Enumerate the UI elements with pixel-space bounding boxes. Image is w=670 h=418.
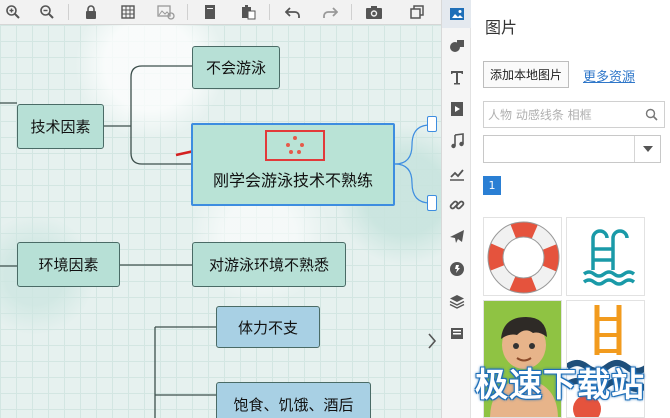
redo-icon[interactable]	[320, 2, 340, 22]
shape-icon[interactable]	[447, 36, 467, 56]
node-collapse-handle[interactable]	[427, 116, 437, 132]
more-resources-link[interactable]: 更多资源	[583, 66, 635, 85]
search-icon[interactable]	[644, 107, 660, 123]
node-label: 刚学会游泳技术不熟练	[212, 171, 373, 190]
image-search-box	[483, 101, 665, 128]
image-search-input[interactable]	[488, 104, 638, 125]
video-icon[interactable]	[447, 99, 467, 119]
node-cant-swim[interactable]: 不会游泳	[192, 46, 280, 89]
paste-icon[interactable]	[238, 2, 258, 22]
new-page-icon[interactable]	[200, 2, 220, 22]
node-food[interactable]: 饱食、饥饿、酒后	[216, 382, 371, 418]
grid-icon[interactable]	[118, 2, 138, 22]
loading-spinner-icon	[286, 136, 304, 154]
layers-icon[interactable]	[447, 291, 467, 311]
lock-icon[interactable]	[81, 2, 101, 22]
mindmap-canvas[interactable]: 技术因素 不会游泳 刚学会游泳技术不熟练 环境因素 对游泳环境不熟悉 体力不支 …	[0, 25, 441, 418]
picture-icon[interactable]	[447, 4, 467, 24]
node-label: 饱食、饥饿、酒后	[233, 396, 354, 414]
text-icon[interactable]	[447, 67, 467, 87]
chevron-down-icon[interactable]	[634, 136, 660, 162]
flash-icon[interactable]	[447, 259, 467, 279]
toolbar-separator	[187, 4, 188, 20]
node-env-unfamiliar[interactable]: 对游泳环境不熟悉	[192, 242, 346, 287]
node-stamina[interactable]: 体力不支	[216, 306, 320, 348]
image-settings-icon[interactable]	[156, 2, 176, 22]
toolbar-separator	[68, 4, 69, 20]
watermark: 极速下载站	[475, 365, 645, 404]
toolbar	[0, 0, 441, 25]
node-label: 环境因素	[38, 256, 99, 274]
toolbar-separator	[269, 4, 270, 20]
image-panel: 图片 添加本地图片 更多资源 1	[471, 0, 670, 418]
node-factor-environment[interactable]: 环境因素	[17, 242, 120, 287]
page-number-button[interactable]: 1	[483, 176, 501, 195]
node-collapse-handle[interactable]	[427, 195, 437, 211]
undo-icon[interactable]	[283, 2, 303, 22]
side-icon-bar	[441, 0, 471, 418]
collapse-panel-icon[interactable]	[423, 318, 441, 364]
node-label: 体力不支	[237, 318, 298, 337]
node-factor-technique[interactable]: 技术因素	[17, 104, 104, 149]
lifebuoy-image[interactable]	[483, 217, 562, 296]
toolbar-separator	[351, 4, 352, 20]
add-local-image-button[interactable]: 添加本地图片	[483, 61, 569, 88]
node-label: 技术因素	[30, 118, 91, 136]
panel-title: 图片	[485, 18, 518, 37]
window-icon[interactable]	[407, 2, 427, 22]
zoom-in-icon[interactable]	[3, 2, 23, 22]
music-icon[interactable]	[447, 131, 467, 151]
node-label: 不会游泳	[205, 59, 266, 77]
image-placeholder[interactable]	[265, 130, 325, 161]
link-icon[interactable]	[447, 195, 467, 215]
node-label: 对游泳环境不熟悉	[208, 256, 329, 274]
airplane-icon[interactable]	[447, 227, 467, 247]
category-select[interactable]	[483, 135, 661, 163]
chart-icon[interactable]	[447, 163, 467, 183]
zoom-out-icon[interactable]	[37, 2, 57, 22]
pool-ladder-image[interactable]	[566, 217, 645, 296]
storage-icon[interactable]	[447, 323, 467, 343]
camera-icon[interactable]	[364, 2, 384, 22]
node-just-learned-selected[interactable]: 刚学会游泳技术不熟练	[191, 123, 395, 206]
